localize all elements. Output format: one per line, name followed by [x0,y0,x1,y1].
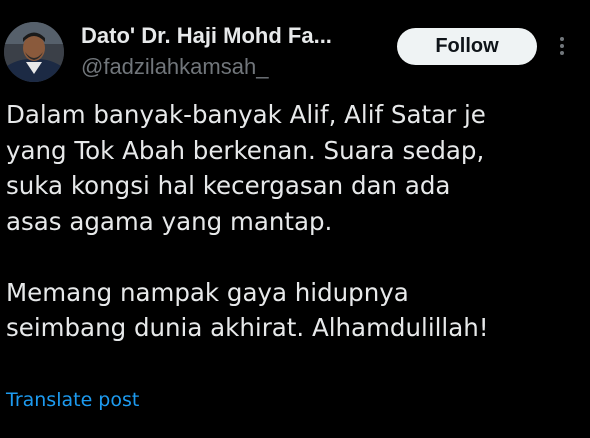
follow-button[interactable]: Follow [397,28,537,65]
author-display-name[interactable]: Dato' Dr. Haji Mohd Fa... [81,22,332,50]
post-text: Dalam banyak-banyak Alif, Alif Satar je … [6,97,586,346]
more-options-button[interactable] [552,34,572,60]
author-avatar[interactable] [4,22,64,82]
post-paragraph: Memang nampak gaya hidupnya seimbang dun… [6,277,489,343]
post: Dato' Dr. Haji Mohd Fa... @fadzilahkamsa… [0,0,590,438]
post-paragraph: Dalam banyak-banyak Alif, Alif Satar je … [6,100,486,236]
more-vertical-icon [560,37,564,41]
translate-post-link[interactable]: Translate post [6,386,139,414]
author-handle[interactable]: @fadzilahkamsah_ [81,53,268,81]
profile-photo-icon [4,22,64,82]
